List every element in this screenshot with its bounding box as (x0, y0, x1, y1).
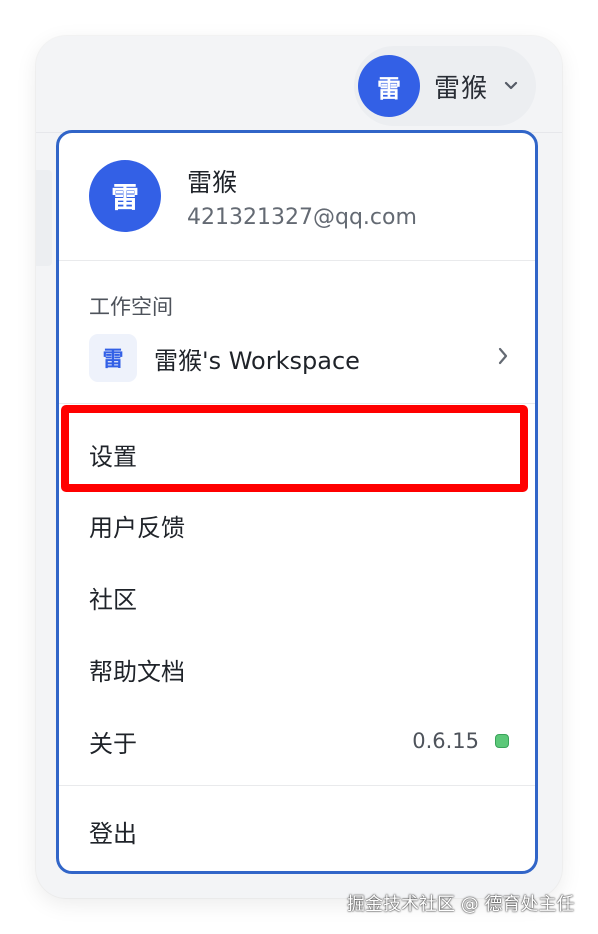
profile-header: 雷 雷猴 421321327@qq.com (89, 160, 417, 232)
divider (59, 260, 535, 261)
user-menu-trigger[interactable]: 雷 雷猴 (353, 46, 536, 126)
workspace-switcher[interactable]: 雷 雷猴's Workspace (89, 333, 509, 383)
divider (59, 403, 535, 404)
avatar-initial: 雷 (376, 74, 401, 103)
menu-item-label: 用户反馈 (89, 513, 185, 542)
menu-item-help-docs[interactable]: 帮助文档 (89, 645, 509, 693)
menu-item-about[interactable]: 关于 0.6.15 (89, 717, 509, 765)
profile-avatar: 雷 (89, 160, 161, 232)
profile-name: 雷猴 (187, 167, 238, 197)
menu-item-label: 帮助文档 (89, 657, 185, 686)
chevron-down-icon (504, 77, 518, 95)
menu-item-logout[interactable]: 登出 (89, 807, 509, 855)
workspace-icon-initial: 雷 (102, 347, 124, 371)
user-dropdown-menu: 雷 雷猴 421321327@qq.com 工作空间 雷 雷猴's Worksp… (56, 130, 538, 874)
profile-avatar-initial: 雷 (110, 181, 139, 214)
menu-item-feedback[interactable]: 用户反馈 (89, 501, 509, 549)
menu-item-label: 关于 (89, 729, 137, 758)
workspace-name: 雷猴's Workspace (154, 346, 360, 375)
menu-item-community[interactable]: 社区 (89, 573, 509, 621)
menu-item-label: 登出 (89, 819, 137, 848)
avatar: 雷 (357, 55, 420, 117)
chevron-right-icon (497, 346, 509, 371)
menu-item-settings[interactable]: 设置 (89, 430, 509, 478)
workspace-section-label: 工作空间 (89, 295, 173, 319)
workspace-icon: 雷 (89, 334, 137, 382)
menu-item-label: 社区 (89, 585, 137, 614)
divider (59, 785, 535, 786)
profile-email: 421321327@qq.com (187, 204, 417, 230)
watermark: 掘金技术社区 @ 德育处主任 (347, 894, 575, 915)
version-label: 0.6.15 (412, 729, 479, 753)
user-name: 雷猴 (433, 73, 488, 104)
menu-item-label: 设置 (89, 442, 137, 471)
status-dot-icon (495, 734, 509, 748)
